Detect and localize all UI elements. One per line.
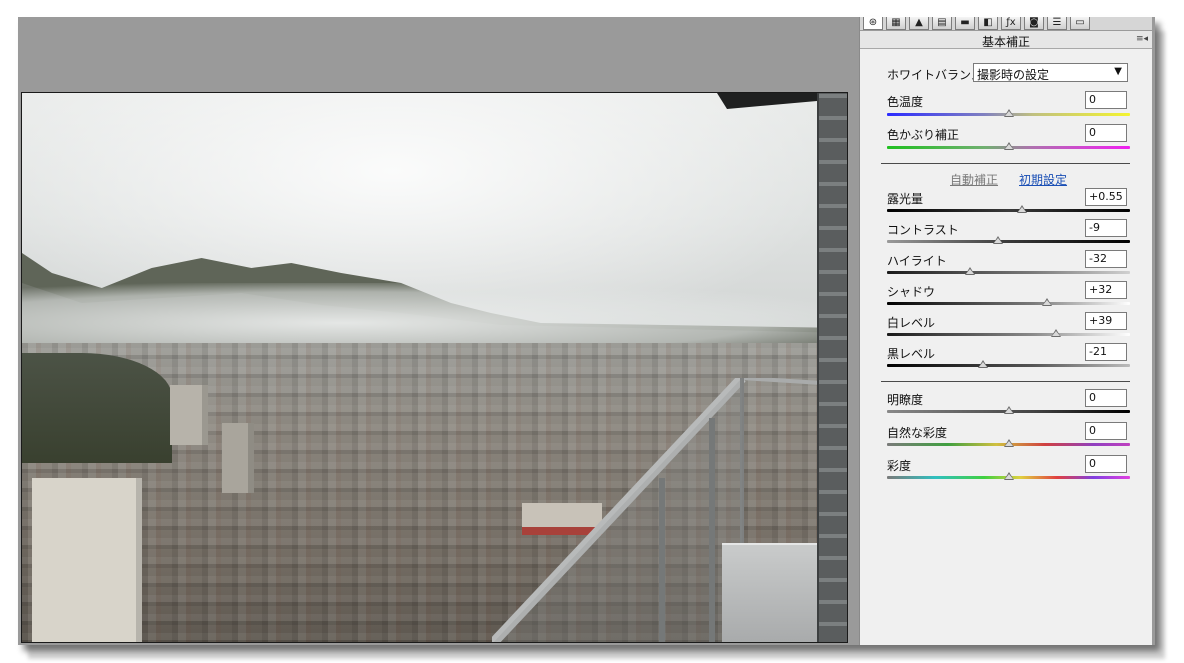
camera-raw-window: ⊛ ▦ ▲ ▤ ▬ ◧ ƒx ◙ ☰ ▭ 基本補正 ≡◂ ホワイトバランス： 撮影時の設定 ▼ 色… [18,17,1155,645]
tone-slider-track-4[interactable] [887,333,1130,336]
tone-slider-track-0[interactable] [887,209,1130,212]
split-toning-icon[interactable]: ▬ [955,17,975,30]
tone-value-input-0[interactable]: +0.55 [1085,188,1127,206]
tone-label-3: シャドウ [887,285,936,299]
tone-slider-thumb-0[interactable] [1016,205,1027,213]
tone-slider-track-1[interactable] [887,240,1130,243]
effects-icon[interactable]: ƒx [1001,17,1021,30]
temp-value-input[interactable]: 0 [1085,91,1127,109]
tone-label-4: 白レベル [887,316,936,330]
adjustment-panel: ⊛ ▦ ▲ ▤ ▬ ◧ ƒx ◙ ☰ ▭ 基本補正 ≡◂ ホワイトバランス： 撮影時の設定 ▼ 色… [859,17,1152,645]
section-divider-1 [881,163,1130,164]
snapshots-icon[interactable]: ▭ [1070,17,1090,30]
presence-slider-thumb-0[interactable] [1003,406,1014,414]
tone-value-input-2[interactable]: -32 [1085,250,1127,268]
tint-value-input[interactable]: 0 [1085,124,1127,142]
panel-menu-icon[interactable]: ≡◂ [1136,34,1148,44]
tone-label-5: 黒レベル [887,347,936,361]
camera-calibration-icon[interactable]: ◙ [1024,17,1044,30]
adjacent-building [817,93,847,642]
tint-slider-thumb[interactable] [1003,142,1014,150]
basic-icon[interactable]: ⊛ [863,17,883,30]
tone-slider-track-5[interactable] [887,364,1130,367]
tone-label-1: コントラスト [887,223,959,237]
panel-tab-strip: ⊛ ▦ ▲ ▤ ▬ ◧ ƒx ◙ ☰ ▭ [860,17,1152,31]
tone-curve-icon[interactable]: ▦ [886,17,906,30]
tone-value-input-4[interactable]: +39 [1085,312,1127,330]
section-divider-2 [881,381,1130,382]
presets-icon[interactable]: ☰ [1047,17,1067,30]
presence-label-1: 自然な彩度 [887,426,948,440]
detail-icon[interactable]: ▲ [909,17,929,30]
presence-slider-thumb-1[interactable] [1003,439,1014,447]
building-mid-left [170,385,208,445]
presence-slider-thumb-2[interactable] [1003,472,1014,480]
tone-slider-track-3[interactable] [887,302,1130,305]
building-tall [222,423,254,493]
presence-label-0: 明瞭度 [887,393,924,407]
presence-value-input-1[interactable]: 0 [1085,422,1127,440]
presence-value-input-2[interactable]: 0 [1085,455,1127,473]
auto-adjust-link[interactable]: 自動補正 [950,171,998,188]
tone-label-2: ハイライト [887,254,947,268]
tone-slider-thumb-3[interactable] [1042,298,1053,306]
tone-slider-track-2[interactable] [887,271,1130,274]
tone-value-input-5[interactable]: -21 [1085,343,1127,361]
temp-slider-thumb[interactable] [1003,109,1014,117]
panel-header: 基本補正 ≡◂ [860,31,1152,49]
tone-slider-thumb-1[interactable] [992,236,1003,244]
apartment-tower-left [32,478,142,642]
white-balance-select[interactable]: 撮影時の設定 ▼ [973,63,1128,82]
panel-title: 基本補正 [981,35,1030,49]
left-hill [22,353,172,463]
presence-label-2: 彩度 [887,459,912,473]
image-preview[interactable] [21,92,848,643]
tone-slider-thumb-4[interactable] [1050,329,1061,337]
tone-slider-thumb-5[interactable] [977,360,988,368]
tone-value-input-1[interactable]: -9 [1085,219,1127,237]
roof-overhang [717,93,817,109]
default-link[interactable]: 初期設定 [1019,171,1067,188]
tone-slider-thumb-2[interactable] [964,267,975,275]
chevron-down-icon: ▼ [1114,66,1122,77]
temp-label: 色温度 [887,95,924,109]
lens-corrections-icon[interactable]: ◧ [978,17,998,30]
tint-label: 色かぶり補正 [887,128,960,142]
white-balance-value: 撮影時の設定 [977,68,1050,82]
tone-value-input-3[interactable]: +32 [1085,281,1127,299]
hsl-icon[interactable]: ▤ [932,17,952,30]
tone-label-0: 露光量 [887,192,924,206]
presence-value-input-0[interactable]: 0 [1085,389,1127,407]
